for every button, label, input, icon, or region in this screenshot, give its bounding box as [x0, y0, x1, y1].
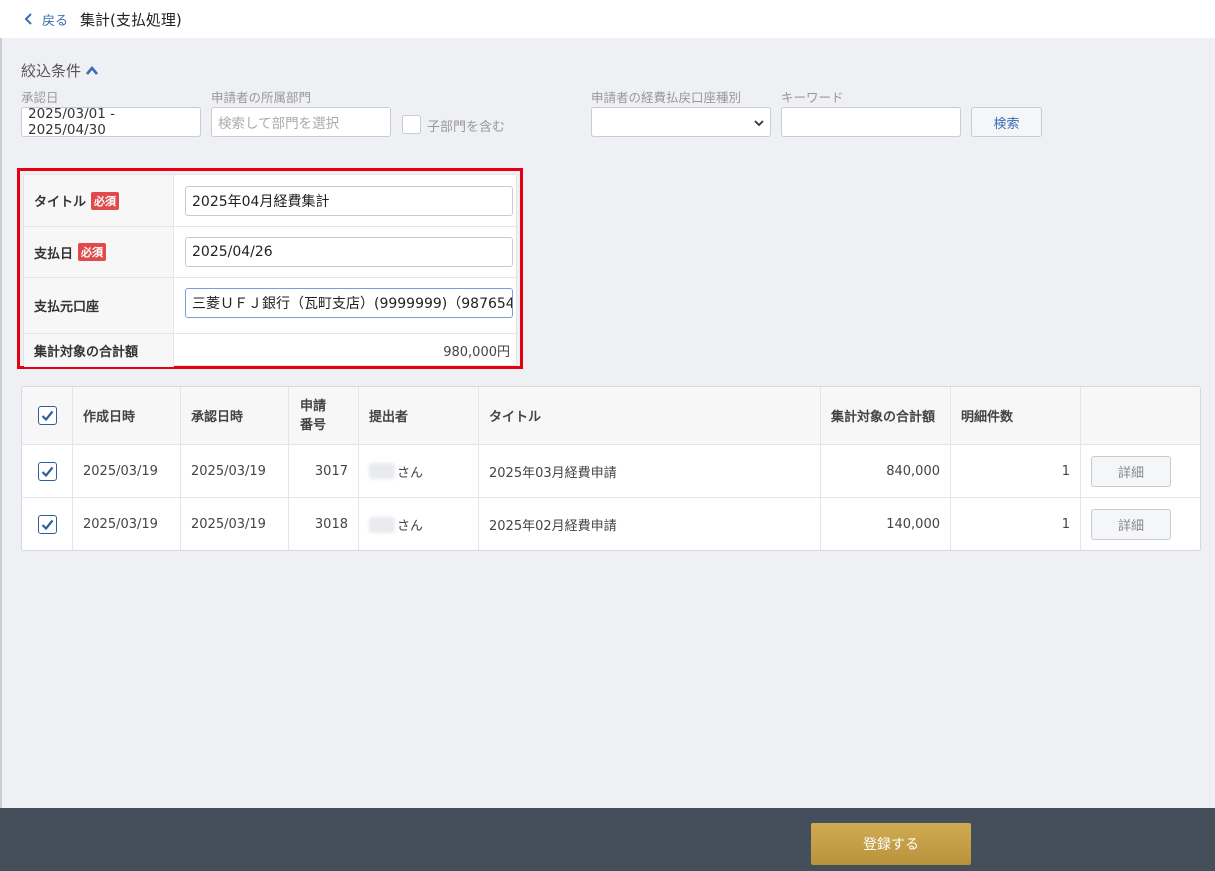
refund-account-type-label: 申請者の経費払戻口座種別 [591, 90, 742, 105]
left-edge-line [0, 38, 2, 808]
keyword-input[interactable] [781, 107, 961, 137]
form-row-total: 集計対象の合計額 980,000円 [24, 334, 518, 367]
cell-title: 2025年02月経費申請 [479, 498, 821, 550]
table-row: 2025/03/19 2025/03/19 3018 さん 2025年02月経費… [22, 498, 1200, 550]
cell-submitter: さん [359, 498, 479, 550]
cell-created: 2025/03/19 [73, 445, 181, 497]
top-bar: 戻る 集計(支払処理) [0, 0, 1215, 38]
approval-date-label: 承認日 [21, 90, 59, 105]
department-label: 申請者の所属部門 [211, 90, 312, 105]
row-checkbox[interactable] [37, 515, 57, 534]
check-icon [41, 410, 53, 421]
back-label: 戻る [42, 13, 69, 29]
back-link[interactable]: 戻る [24, 10, 68, 29]
row-checkbox[interactable] [37, 461, 57, 481]
search-button[interactable]: 検索 [971, 107, 1042, 137]
applications-table: 作成日時 承認日時 申請番号 提出者 タイトル 集計対象の合計額 明細件数 20… [21, 386, 1201, 551]
redacted-name [369, 463, 395, 479]
form-row-title: タイトル 必須 2025年04月経費集計 [24, 175, 518, 227]
cell-submitter: さん [359, 445, 479, 497]
cell-created: 2025/03/19 [73, 498, 181, 550]
header-number: 申請番号 [289, 387, 359, 444]
required-badge: 必須 [91, 191, 120, 210]
cell-approved: 2025/03/19 [181, 445, 289, 497]
cell-total: 140,000 [821, 498, 951, 550]
form-row-source-account: 支払元口座 三菱ＵＦＪ銀行（瓦町支店）(9999999)（987654… [24, 278, 518, 334]
header-count: 明細件数 [951, 387, 1081, 444]
check-icon [41, 466, 53, 477]
footer-bar: 登録する [0, 808, 1215, 871]
cell-number: 3017 [289, 445, 359, 497]
header-created: 作成日時 [73, 387, 181, 444]
source-account-select[interactable]: 三菱ＵＦＪ銀行（瓦町支店）(9999999)（987654… [185, 288, 513, 318]
cell-count: 1 [951, 498, 1081, 550]
payment-date-label: 支払日 [34, 246, 74, 262]
include-subdepartments-label: 子部門を含む [427, 120, 506, 135]
refund-account-type-select[interactable] [591, 107, 771, 137]
table-header: 作成日時 承認日時 申請番号 提出者 タイトル 集計対象の合計額 明細件数 [22, 387, 1200, 445]
approval-date-input[interactable]: 2025/03/01 - 2025/04/30 [21, 106, 201, 138]
cell-total: 840,000 [821, 445, 951, 497]
chevron-up-icon [86, 66, 99, 75]
header-action [1081, 387, 1200, 444]
submitter-suffix: さん [397, 465, 424, 481]
check-icon [41, 519, 53, 530]
chevron-left-icon [24, 13, 32, 25]
cell-count: 1 [951, 445, 1081, 497]
filter-heading: 絞込条件 [21, 62, 82, 80]
required-badge: 必須 [78, 243, 107, 261]
header-total: 集計対象の合計額 [821, 387, 951, 444]
register-button[interactable]: 登録する [811, 823, 971, 865]
cell-title: 2025年03月経費申請 [479, 445, 821, 497]
title-label: タイトル [34, 195, 87, 210]
keyword-label: キーワード [781, 90, 844, 105]
payment-form: タイトル 必須 2025年04月経費集計 支払日 必須 2025/04/26 支… [23, 174, 518, 367]
payment-form-highlight: タイトル 必須 2025年04月経費集計 支払日 必須 2025/04/26 支… [17, 168, 523, 369]
header-submitter: 提出者 [359, 387, 479, 444]
title-input[interactable]: 2025年04月経費集計 [185, 186, 513, 216]
redacted-name [369, 516, 395, 533]
cell-number: 3018 [289, 498, 359, 550]
select-all-checkbox[interactable] [37, 406, 57, 425]
payment-date-input[interactable]: 2025/04/26 [185, 237, 513, 267]
page-title: 集計(支払処理) [80, 10, 182, 29]
include-subdepartments-checkbox[interactable] [402, 115, 421, 134]
total-label: 集計対象の合計額 [34, 345, 139, 360]
detail-button[interactable]: 詳細 [1091, 455, 1171, 487]
header-approved: 承認日時 [181, 387, 289, 444]
submitter-suffix: さん [397, 519, 424, 534]
department-input[interactable]: 検索して部門を選択 [211, 107, 391, 137]
source-account-label: 支払元口座 [34, 300, 100, 315]
header-title: タイトル [479, 387, 821, 444]
filter-toggle[interactable]: 絞込条件 [21, 60, 99, 81]
form-row-payment-date: 支払日 必須 2025/04/26 [24, 227, 518, 278]
chevron-down-icon [754, 120, 764, 127]
detail-button[interactable]: 詳細 [1091, 509, 1171, 540]
table-row: 2025/03/19 2025/03/19 3017 さん 2025年03月経費… [22, 445, 1200, 498]
total-value: 980,000円 [443, 345, 510, 360]
cell-approved: 2025/03/19 [181, 498, 289, 550]
